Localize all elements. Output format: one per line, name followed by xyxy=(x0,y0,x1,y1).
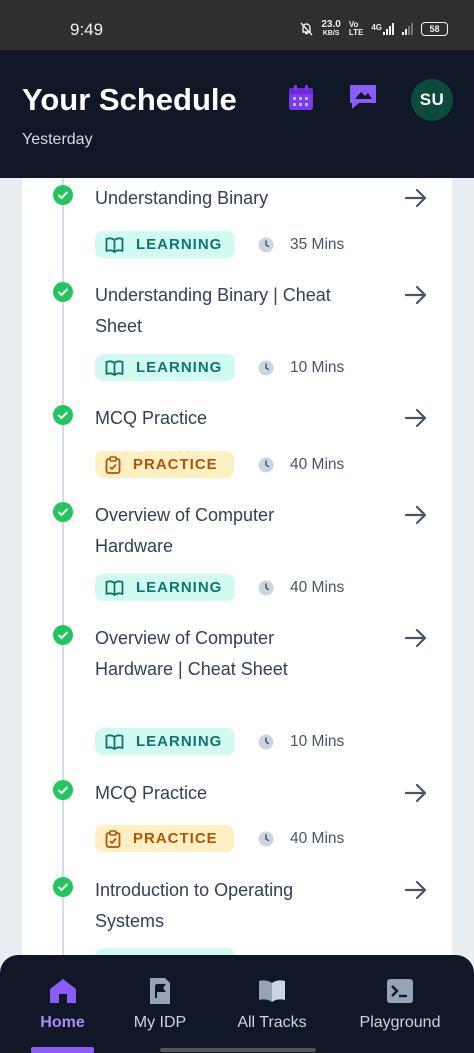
network-speed: 23.0 KB/S xyxy=(321,19,341,38)
app-header: Your Schedule Yesterday SU xyxy=(0,50,474,178)
book-icon xyxy=(105,359,124,376)
battery-icon: 58 xyxy=(421,22,448,36)
duration: 40 Mins xyxy=(258,579,344,597)
clock-icon xyxy=(258,457,274,473)
nav-label: Home xyxy=(40,1014,85,1031)
clipboard-check-icon xyxy=(105,829,121,848)
duration: 10 Mins xyxy=(258,359,344,377)
arrow-right-icon[interactable] xyxy=(404,285,428,305)
check-circle-icon xyxy=(53,405,73,425)
book-icon xyxy=(105,236,124,253)
tag-learning: LEARNING xyxy=(95,574,235,601)
terminal-icon xyxy=(385,976,415,1006)
active-tab-indicator xyxy=(31,1047,94,1053)
nav-label: Playground xyxy=(359,1014,441,1031)
clock-icon xyxy=(258,831,274,847)
tag-learning: LEARNING xyxy=(95,354,235,381)
nav-label: My IDP xyxy=(133,1014,187,1031)
item-title: Overview of Computer Hardware xyxy=(95,505,275,556)
bell-muted-icon xyxy=(300,22,313,36)
signal-icon-2 xyxy=(402,23,413,35)
clock-icon xyxy=(258,360,274,376)
volte-indicator: Vo LTE xyxy=(348,20,364,37)
idp-flag-icon xyxy=(145,976,175,1006)
schedule-card: Understanding Binary LEARNING 35 Mins Un… xyxy=(22,178,452,968)
status-icons: 23.0 KB/S Vo LTE 4G 58 xyxy=(300,20,448,38)
duration: 35 Mins xyxy=(258,236,344,254)
duration: 40 Mins xyxy=(258,456,344,474)
arrow-right-icon[interactable] xyxy=(404,880,428,900)
page-title: Your Schedule xyxy=(22,82,237,117)
calendar-icon[interactable] xyxy=(287,84,315,112)
book-icon xyxy=(105,733,124,750)
nav-home[interactable]: Home xyxy=(31,955,94,1053)
signal-icon xyxy=(383,23,394,35)
tag-practice: PRACTICE xyxy=(95,825,234,852)
duration: 40 Mins xyxy=(258,830,344,848)
item-title: Understanding Binary xyxy=(95,188,269,208)
arrow-right-icon[interactable] xyxy=(404,188,428,208)
tag-learning: LEARNING xyxy=(95,231,235,258)
arrow-right-icon[interactable] xyxy=(404,783,428,803)
check-circle-icon xyxy=(53,877,73,897)
tag-learning: LEARNING xyxy=(95,728,235,755)
clipboard-check-icon xyxy=(105,455,121,474)
book-open-icon xyxy=(257,976,287,1006)
duration: 10 Mins xyxy=(258,733,344,751)
check-circle-icon xyxy=(53,502,73,522)
check-circle-icon xyxy=(53,625,73,645)
item-title: MCQ Practice xyxy=(95,783,208,803)
clock-icon xyxy=(258,237,274,253)
status-bar: 9:49 23.0 KB/S Vo LTE 4G 58 xyxy=(0,0,474,50)
check-circle-icon xyxy=(53,780,73,800)
item-title: Overview of Computer Hardware | Cheat Sh… xyxy=(95,628,288,679)
nav-playground[interactable]: Playground xyxy=(352,955,448,1053)
arrow-right-icon[interactable] xyxy=(404,408,428,428)
arrow-right-icon[interactable] xyxy=(404,505,428,525)
home-icon xyxy=(48,976,78,1006)
clock-icon xyxy=(258,580,274,596)
item-title: Understanding Binary | Cheat Sheet xyxy=(95,285,331,336)
bottom-nav: Home My IDP All Tracks Playground xyxy=(0,955,474,1053)
nav-all-tracks[interactable]: All Tracks xyxy=(226,955,318,1053)
tag-practice: PRACTICE xyxy=(95,451,234,478)
gesture-bar xyxy=(160,1048,316,1052)
item-title: MCQ Practice xyxy=(95,408,208,428)
check-circle-icon xyxy=(53,185,73,205)
item-title: Introduction to Operating Systems xyxy=(95,880,294,931)
page-subtitle: Yesterday xyxy=(22,131,93,148)
check-circle-icon xyxy=(53,282,73,302)
book-icon xyxy=(105,579,124,596)
arrow-right-icon[interactable] xyxy=(404,628,428,648)
nav-my-idp[interactable]: My IDP xyxy=(124,955,196,1053)
avatar[interactable]: SU xyxy=(411,79,453,121)
message-icon[interactable] xyxy=(347,82,379,112)
status-time: 9:49 xyxy=(70,20,104,39)
clock-icon xyxy=(258,734,274,750)
nav-label: All Tracks xyxy=(237,1014,307,1031)
network-type: 4G xyxy=(371,23,382,32)
